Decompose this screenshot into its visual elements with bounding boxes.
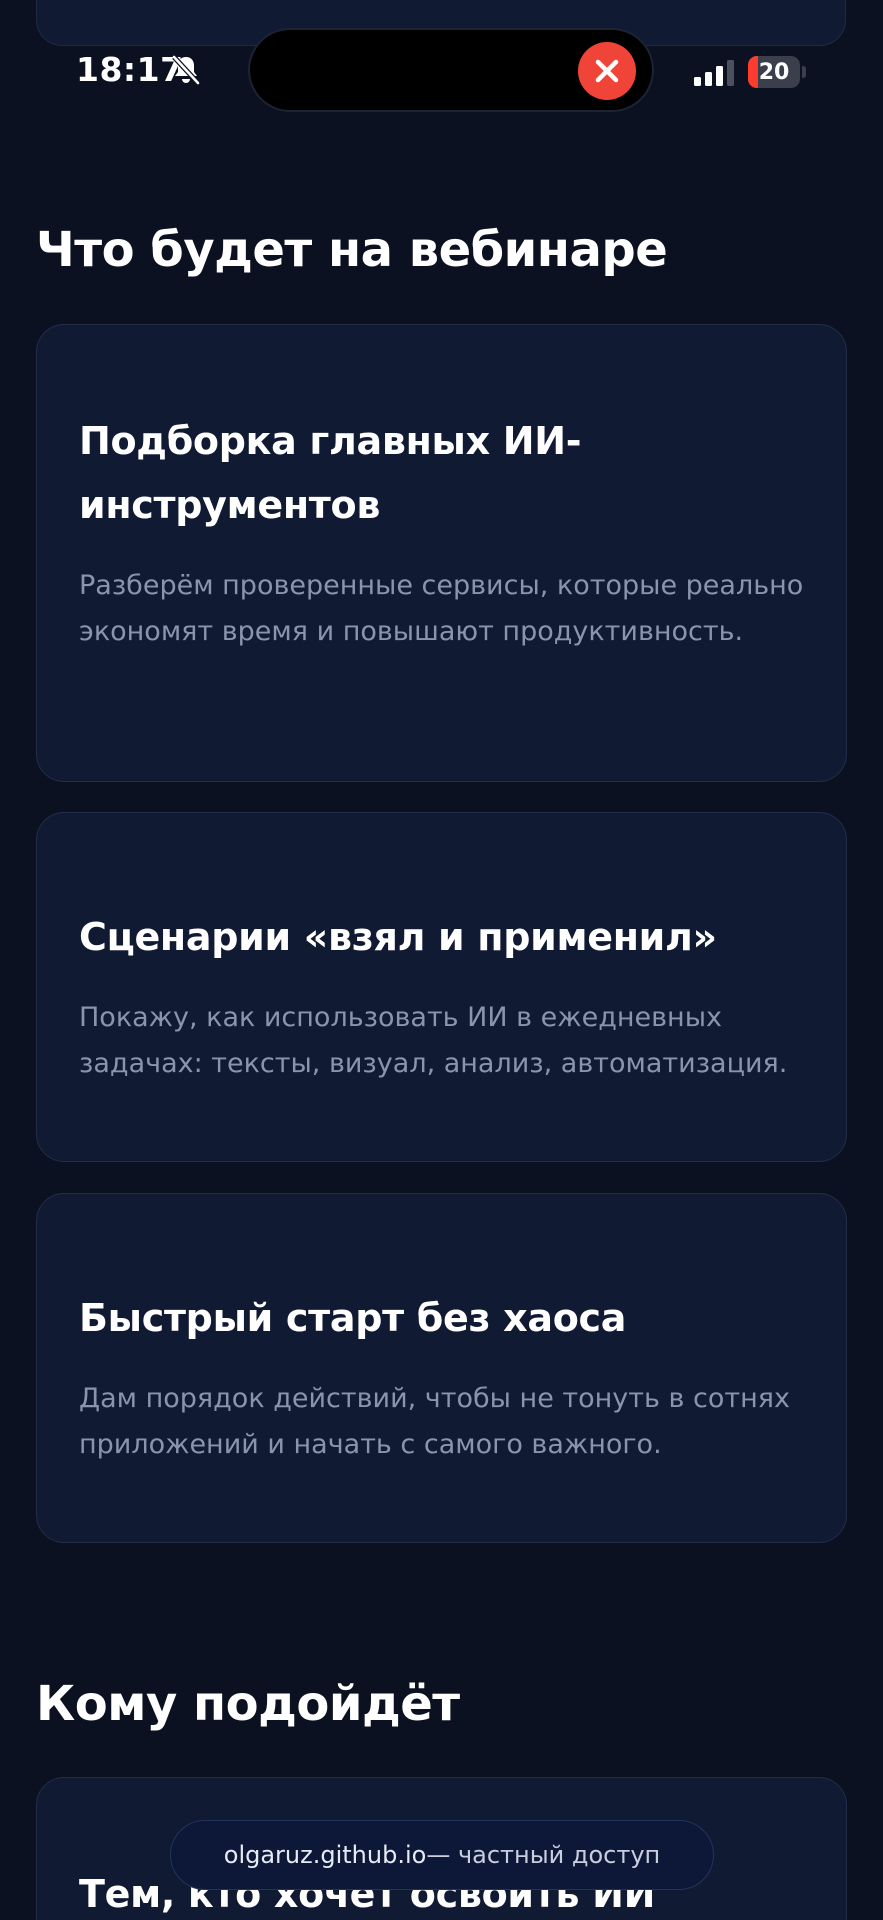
close-icon[interactable]: [578, 42, 636, 100]
card-text: Покажу, как использовать ИИ в ежедневных…: [79, 1002, 788, 1079]
card-text: Дам порядок действий, чтобы не тонуть в …: [79, 1383, 790, 1460]
section-title-webinar: Что будет на вебинаре: [36, 222, 668, 278]
card-text: Разберём проверенные сервисы, которые ре…: [79, 570, 804, 647]
section-title-audience: Кому подойдёт: [36, 1676, 460, 1732]
private-access-toast[interactable]: olgaruz.github.io — частный доступ: [170, 1820, 714, 1890]
bell-slash-icon: [172, 55, 200, 85]
battery-tip: [802, 66, 806, 78]
feature-card: Подборка главных ИИ-инструментов Разберё…: [36, 324, 847, 782]
toast-domain: olgaruz.github.io: [223, 1841, 427, 1869]
card-title: Быстрый старт без хаоса: [79, 1296, 627, 1340]
card-title: Подборка главных ИИ-инструментов: [79, 419, 582, 527]
status-time: 18:17: [76, 50, 184, 89]
status-bar: 18:17 20: [0, 0, 883, 130]
feature-card: Быстрый старт без хаоса Дам порядок дейс…: [36, 1193, 847, 1543]
page: 18:17 20 Что будет на вебинаре Подборка …: [0, 0, 883, 1920]
card-title: Сценарии «взял и применил»: [79, 915, 717, 959]
signal-icon: [694, 60, 734, 86]
battery-level: 20: [758, 59, 790, 85]
battery-icon: 20: [748, 56, 800, 88]
toast-suffix: — частный доступ: [426, 1841, 661, 1869]
feature-card: Сценарии «взял и применил» Покажу, как и…: [36, 812, 847, 1162]
